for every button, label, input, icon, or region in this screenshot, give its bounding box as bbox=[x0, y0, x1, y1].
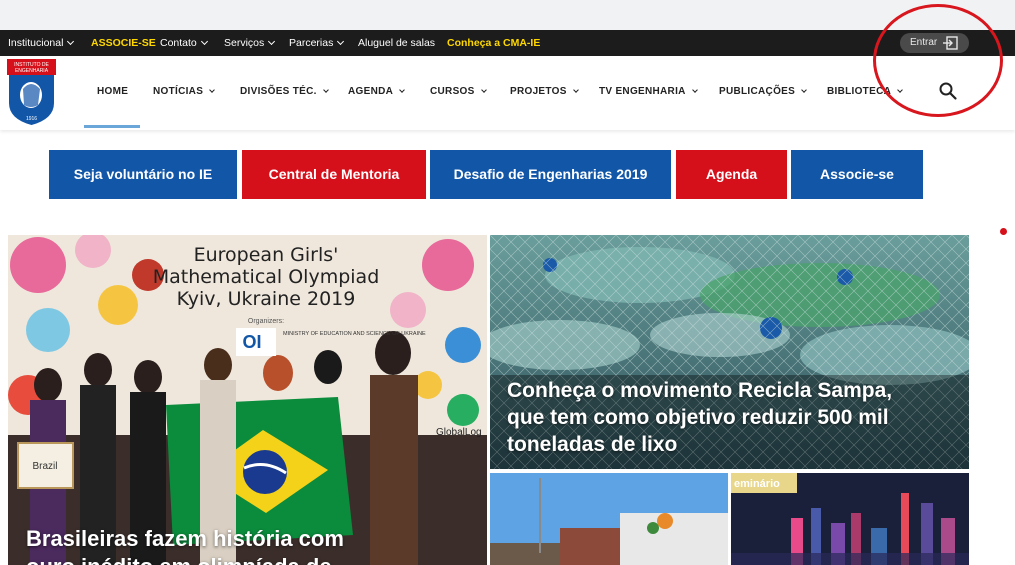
topbar-item-label: Contato bbox=[160, 37, 197, 49]
nav-item-cursos[interactable]: CURSOS bbox=[430, 56, 487, 128]
nav-item-label: NOTÍCIAS bbox=[153, 86, 204, 97]
news-image-olympiad: Brazil European Girls' Mathematical Olym… bbox=[8, 235, 487, 565]
news-headline-recicla-sampa[interactable]: Conheça o movimento Recicla Sampa, que t… bbox=[507, 377, 892, 458]
chevron-down-icon bbox=[322, 87, 329, 93]
sign-text: Brazil bbox=[32, 461, 57, 472]
chevron-down-icon bbox=[200, 37, 208, 46]
chevron-down-icon bbox=[691, 87, 698, 93]
news-image-city-night: eminário bbox=[731, 473, 969, 565]
headline-line: Brasileiras fazem história com bbox=[26, 526, 344, 551]
banner-ministry: MINISTRY OF EDUCATION AND SCIENCE OF UKR… bbox=[283, 331, 426, 337]
cta-desafio-de-engenharias-button[interactable]: Desafio de Engenharias 2019 bbox=[430, 150, 671, 199]
nav-item-biblioteca[interactable]: BIBLIOTECA bbox=[827, 56, 903, 128]
banner-text: Kyiv, Ukraine 2019 bbox=[177, 288, 356, 310]
news-card-bottom-2[interactable]: eminário bbox=[731, 473, 969, 565]
topbar-item-associe-se[interactable]: ASSOCIE-SE bbox=[91, 30, 156, 56]
nav-item-label: BIBLIOTECA bbox=[827, 86, 892, 97]
nav-active-indicator bbox=[84, 125, 140, 128]
login-label: Entrar bbox=[910, 37, 938, 48]
nav-item-home[interactable]: HOME bbox=[97, 56, 128, 128]
nav-item-projetos[interactable]: PROJETOS bbox=[510, 56, 579, 128]
banner-organizers: Organizers: bbox=[248, 318, 284, 325]
instituto-de-engenharia-logo[interactable]: INSTITUTO DE ENGENHARIA 1916 bbox=[7, 59, 56, 125]
topbar-item-cma-ie[interactable]: Conheça a CMA-IE bbox=[447, 30, 540, 56]
cta-associe-se-button[interactable]: Associe-se bbox=[791, 150, 923, 199]
nav-item-divisoes-tec[interactable]: DIVISÕES TÉC. bbox=[240, 56, 329, 128]
sponsor-text: GlobalLog bbox=[436, 427, 482, 438]
login-button[interactable]: Entrar bbox=[900, 33, 969, 53]
nav-item-agenda[interactable]: AGENDA bbox=[348, 56, 405, 128]
nav-item-label: DIVISÕES TÉC. bbox=[240, 86, 317, 97]
headline-line: ouro inédito em olimpíada de bbox=[26, 553, 344, 565]
chevron-down-icon bbox=[572, 87, 579, 93]
headline-line: toneladas de lixo bbox=[507, 433, 678, 456]
topbar-item-label: Parcerias bbox=[289, 37, 334, 49]
nav-item-noticias[interactable]: NOTÍCIAS bbox=[153, 56, 216, 128]
news-card-main[interactable]: Brazil European Girls' Mathematical Olym… bbox=[8, 235, 487, 565]
chevron-down-icon bbox=[897, 87, 903, 93]
chevron-down-icon bbox=[337, 37, 345, 46]
chevron-down-icon bbox=[399, 87, 405, 93]
nav-item-tv-engenharia[interactable]: TV ENGENHARIA bbox=[599, 56, 698, 128]
top-utility-bar: Institucional ASSOCIE-SE Contato Serviço… bbox=[0, 30, 1015, 56]
banner-text: Mathematical Olympiad bbox=[153, 266, 380, 288]
topbar-item-label: Serviços bbox=[224, 37, 265, 49]
banner-text: European Girls' bbox=[194, 244, 339, 266]
chevron-down-icon bbox=[480, 87, 487, 93]
topbar-item-contato[interactable]: Contato bbox=[160, 30, 208, 56]
headline-line: Conheça o movimento Recicla Sampa, bbox=[507, 379, 893, 402]
nav-item-label: AGENDA bbox=[348, 86, 394, 97]
svg-text:OI: OI bbox=[242, 332, 261, 352]
topbar-item-institucional[interactable]: Institucional bbox=[8, 30, 75, 56]
chevron-down-icon bbox=[268, 37, 276, 46]
nav-item-label: CURSOS bbox=[430, 86, 475, 97]
nav-item-publicacoes[interactable]: PUBLICAÇÕES bbox=[719, 56, 807, 128]
headline-line: que tem como objetivo reduzir 500 mil bbox=[507, 406, 889, 429]
nav-item-label: PUBLICAÇÕES bbox=[719, 86, 796, 97]
logo-year: 1916 bbox=[26, 116, 37, 122]
browser-chrome-strip bbox=[0, 0, 1015, 30]
chevron-down-icon bbox=[209, 87, 216, 93]
news-image-building bbox=[490, 473, 728, 565]
login-icon bbox=[943, 36, 958, 50]
search-icon[interactable] bbox=[938, 81, 958, 101]
cta-seja-voluntario-button[interactable]: Seja voluntário no IE bbox=[49, 150, 237, 199]
cta-central-de-mentoria-button[interactable]: Central de Mentoria bbox=[242, 150, 426, 199]
chevron-down-icon bbox=[67, 37, 75, 46]
topbar-item-aluguel-de-salas[interactable]: Aluguel de salas bbox=[358, 30, 435, 56]
topbar-item-servicos[interactable]: Serviços bbox=[224, 30, 276, 56]
news-headline-main[interactable]: Brasileiras fazem história com ouro inéd… bbox=[26, 525, 344, 565]
main-navigation: INSTITUTO DE ENGENHARIA 1916 HOME NOTÍCI… bbox=[0, 56, 1015, 130]
nav-item-label: TV ENGENHARIA bbox=[599, 86, 686, 97]
status-dot bbox=[1000, 228, 1007, 235]
topbar-item-label: Institucional bbox=[8, 37, 64, 49]
logo-text: ENGENHARIA bbox=[15, 68, 49, 74]
chevron-down-icon bbox=[801, 87, 807, 93]
topbar-item-parcerias[interactable]: Parcerias bbox=[289, 30, 345, 56]
cta-agenda-button[interactable]: Agenda bbox=[676, 150, 787, 199]
card-tag: eminário bbox=[734, 478, 780, 490]
nav-item-label: PROJETOS bbox=[510, 86, 567, 97]
news-card-bottom-1[interactable] bbox=[490, 473, 728, 565]
news-card-recicla-sampa[interactable]: Conheça o movimento Recicla Sampa, que t… bbox=[490, 235, 969, 469]
